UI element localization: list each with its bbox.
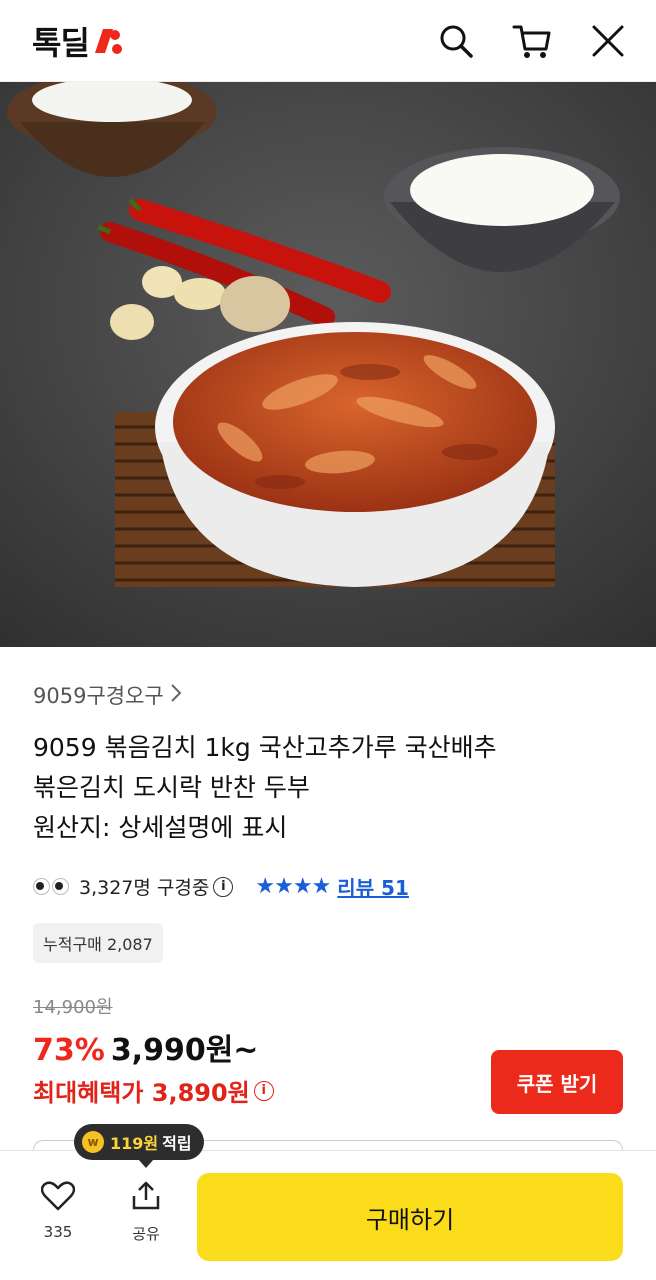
info-icon[interactable]: i [253, 1080, 274, 1101]
title-line-3: 원산지: 상세설명에 표시 [33, 813, 288, 842]
product-info: 9059구경오구 9059 볶음김치 1kg 국산고추가루 국산배추 볶은김치 … [33, 680, 633, 1108]
title-line-2: 볶은김치 도시락 반찬 두부 [33, 773, 310, 802]
product-title: 9059 볶음김치 1kg 국산고추가루 국산배추 볶은김치 도시락 반찬 두부… [33, 728, 633, 848]
discount-rate: 73% [33, 1033, 105, 1068]
stats-row: 3,327명 구경중 i ★ ★ ★ ★ 리뷰 51 [33, 872, 633, 901]
star-icon: ★ [255, 874, 275, 899]
percent-logo-icon [94, 28, 122, 54]
bottom-action-bar: 335 공유 구매하기 [0, 1150, 656, 1280]
logo-text: 톡딜 [32, 23, 90, 62]
close-icon[interactable] [588, 21, 628, 61]
coupon-button[interactable]: 쿠폰 받기 [491, 1050, 623, 1114]
like-count: 335 [43, 1223, 73, 1241]
star-icon: ★ [292, 874, 313, 899]
like-button[interactable]: 335 [28, 1181, 88, 1241]
points-bubble: w 119원 적립 [74, 1124, 204, 1168]
coin-icon: w [82, 1131, 104, 1153]
seller-name: 9059구경오구 [33, 684, 164, 708]
top-header: 톡딜 [0, 0, 656, 82]
cart-icon[interactable] [512, 21, 552, 61]
star-icon: ★ [311, 874, 332, 899]
sale-price: 3,990원~ [110, 1033, 259, 1068]
share-label: 공유 [132, 1225, 160, 1243]
kimchi-photo [0, 82, 656, 647]
eyes-icon [33, 878, 69, 895]
logo[interactable]: 톡딜 [32, 18, 123, 64]
chevron-right-icon [170, 683, 182, 708]
points-label: 적립 [162, 1134, 192, 1153]
points-amount: 119원 [110, 1134, 159, 1153]
buy-button[interactable]: 구매하기 [197, 1173, 623, 1261]
share-button[interactable]: 공유 [116, 1181, 176, 1244]
viewers-count: 3,327명 구경중 [79, 877, 210, 899]
title-line-1: 9059 볶음김치 1kg 국산고추가루 국산배추 [33, 733, 497, 762]
review-link[interactable]: 리뷰 51 [337, 872, 409, 901]
star-icon: ★ [274, 874, 294, 899]
seller-link[interactable]: 9059구경오구 [33, 680, 633, 710]
info-icon[interactable]: i [213, 876, 234, 897]
cumulative-purchase-badge: 누적구매 2,087 [33, 923, 163, 963]
product-image[interactable] [0, 82, 656, 647]
rating-stars: ★ ★ ★ ★ [255, 874, 332, 899]
share-icon [132, 1181, 160, 1210]
heart-icon [40, 1181, 76, 1211]
max-benefit-label: 최대혜택가 3,890원 [33, 1079, 250, 1107]
original-price: 14,900원 [33, 997, 113, 1018]
search-icon[interactable] [436, 21, 476, 61]
